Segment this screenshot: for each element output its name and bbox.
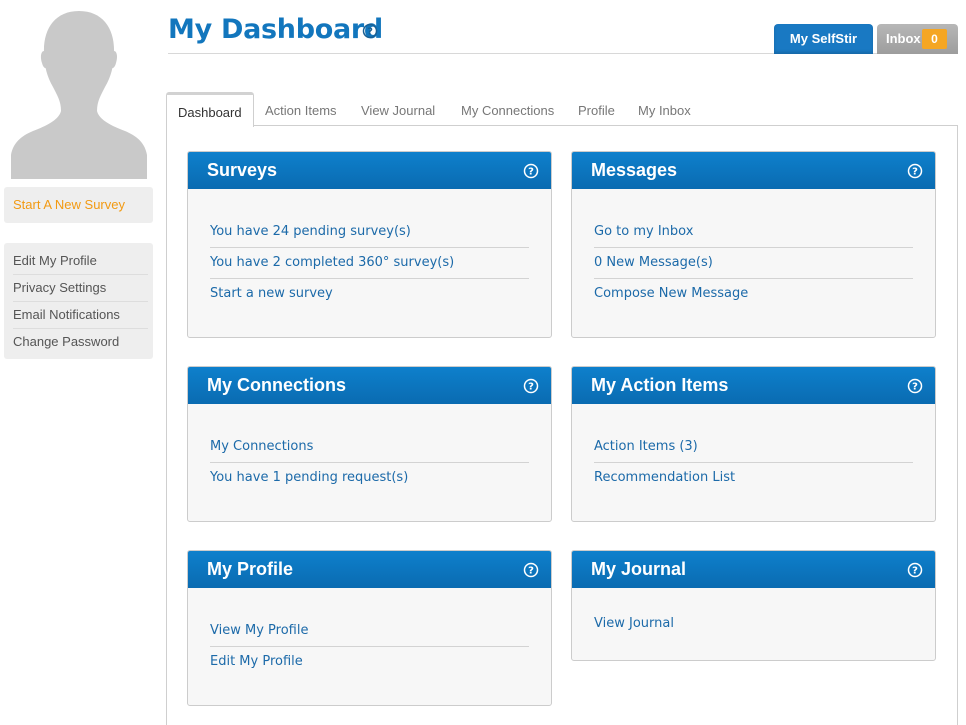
pending-requests-link[interactable]: You have 1 pending request(s): [210, 463, 529, 494]
connections-panel: My Connections ? My Connections You have…: [187, 366, 552, 522]
inbox-button[interactable]: Inbox 0: [877, 24, 958, 54]
svg-text:?: ?: [528, 566, 534, 577]
my-selfstir-button[interactable]: My SelfStir: [774, 24, 873, 54]
svg-text:?: ?: [367, 27, 373, 38]
go-to-inbox-link[interactable]: Go to my Inbox: [594, 217, 913, 248]
start-new-survey-panel-link[interactable]: Start a new survey: [210, 279, 529, 310]
compose-message-link[interactable]: Compose New Message: [594, 279, 913, 310]
help-icon[interactable]: ?: [523, 163, 539, 179]
page-title: My Dashboard: [168, 14, 383, 45]
tab-my-inbox[interactable]: My Inbox: [638, 97, 691, 125]
recommendation-list-link[interactable]: Recommendation List: [594, 463, 913, 494]
surveys-panel-title: Surveys: [207, 160, 278, 180]
connections-panel-header: My Connections ?: [188, 367, 551, 404]
edit-my-profile-panel-link[interactable]: Edit My Profile: [210, 647, 529, 678]
tab-profile[interactable]: Profile: [578, 97, 615, 125]
inbox-label: Inbox: [886, 31, 921, 46]
help-icon[interactable]: ?: [907, 378, 923, 394]
start-new-survey-link[interactable]: Start A New Survey: [4, 187, 153, 223]
surveys-panel: Surveys ? You have 24 pending survey(s) …: [187, 151, 552, 338]
help-icon[interactable]: ?: [362, 23, 378, 39]
messages-panel: Messages ? Go to my Inbox 0 New Message(…: [571, 151, 936, 338]
tab-dashboard[interactable]: Dashboard: [166, 92, 254, 127]
pending-surveys-link[interactable]: You have 24 pending survey(s): [210, 217, 529, 248]
help-icon[interactable]: ?: [523, 378, 539, 394]
change-password-link[interactable]: Change Password: [13, 329, 148, 356]
profile-panel-header: My Profile ?: [188, 551, 551, 588]
svg-text:?: ?: [912, 382, 918, 393]
completed-surveys-link[interactable]: You have 2 completed 360° survey(s): [210, 248, 529, 279]
action-items-panel-title: My Action Items: [591, 375, 729, 395]
email-notifications-link[interactable]: Email Notifications: [13, 302, 148, 329]
my-connections-link[interactable]: My Connections: [210, 432, 529, 463]
svg-text:?: ?: [528, 382, 534, 393]
tab-bar: Dashboard Action Items View Journal My C…: [166, 92, 958, 127]
account-menu: Edit My Profile Privacy Settings Email N…: [4, 243, 153, 359]
action-items-panel-header: My Action Items ?: [572, 367, 935, 404]
help-icon[interactable]: ?: [907, 562, 923, 578]
action-items-panel: My Action Items ? Action Items (3) Recom…: [571, 366, 936, 522]
avatar[interactable]: [11, 5, 147, 179]
svg-text:?: ?: [912, 566, 918, 577]
svg-text:?: ?: [528, 167, 534, 178]
profile-panel: My Profile ? View My Profile Edit My Pro…: [187, 550, 552, 706]
profile-panel-title: My Profile: [207, 559, 294, 579]
tab-view-journal[interactable]: View Journal: [361, 97, 435, 125]
inbox-count-badge: 0: [922, 29, 947, 49]
svg-text:?: ?: [912, 167, 918, 178]
tab-action-items[interactable]: Action Items: [265, 97, 337, 125]
messages-panel-title: Messages: [591, 160, 678, 180]
help-icon[interactable]: ?: [523, 562, 539, 578]
new-messages-link[interactable]: 0 New Message(s): [594, 248, 913, 279]
surveys-panel-header: Surveys ?: [188, 152, 551, 189]
view-journal-link[interactable]: View Journal: [594, 609, 913, 640]
messages-panel-header: Messages ?: [572, 152, 935, 189]
journal-panel-title: My Journal: [591, 559, 687, 579]
journal-panel: My Journal ? View Journal: [571, 550, 936, 661]
help-icon[interactable]: ?: [907, 163, 923, 179]
edit-my-profile-link[interactable]: Edit My Profile: [13, 248, 148, 275]
view-my-profile-link[interactable]: View My Profile: [210, 616, 529, 647]
action-items-link[interactable]: Action Items (3): [594, 432, 913, 463]
privacy-settings-link[interactable]: Privacy Settings: [13, 275, 148, 302]
tab-my-connections[interactable]: My Connections: [461, 97, 554, 125]
connections-panel-title: My Connections: [207, 375, 347, 395]
journal-panel-header: My Journal ?: [572, 551, 935, 588]
